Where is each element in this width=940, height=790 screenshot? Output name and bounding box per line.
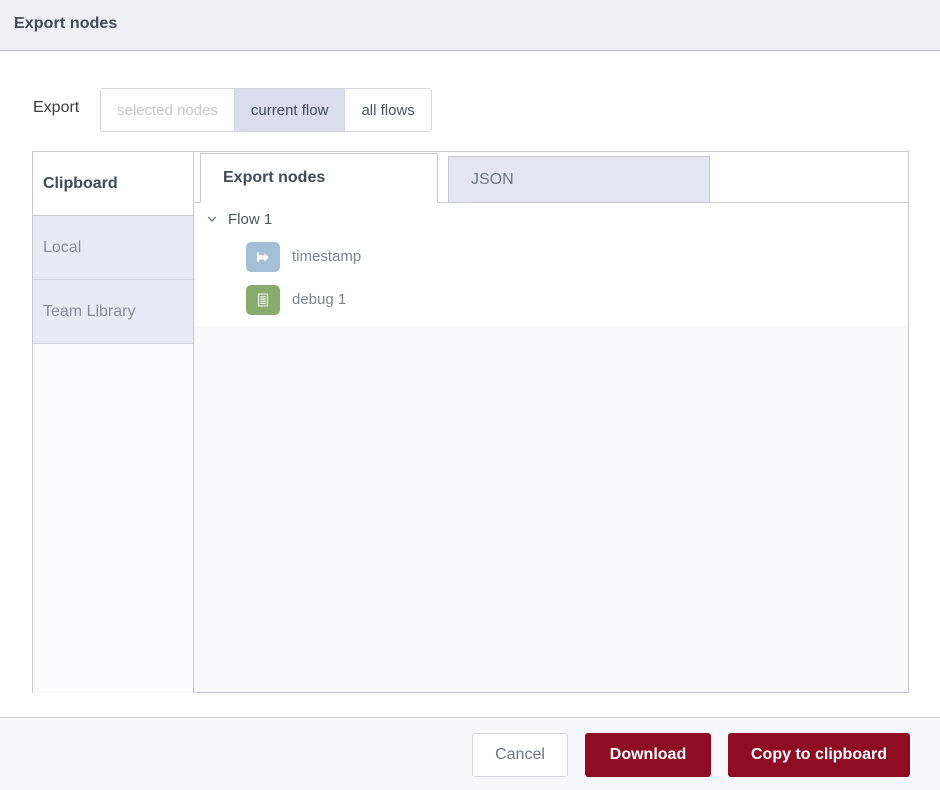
node-label: debug 1 — [292, 291, 346, 308]
export-content-area: Export nodes JSON Flow 1 — [194, 152, 908, 692]
tab-json[interactable]: JSON — [448, 156, 710, 203]
list-item[interactable]: timestamp — [194, 235, 908, 278]
source-sidebar: Clipboard Local Team Library — [33, 152, 194, 692]
node-tree: Flow 1 timestamp — [194, 203, 908, 326]
cancel-button[interactable]: Cancel — [472, 733, 568, 777]
sidebar-item-team-library[interactable]: Team Library — [33, 280, 193, 344]
chevron-down-icon[interactable] — [204, 211, 220, 227]
tab-label: JSON — [471, 171, 514, 189]
sidebar-item-label: Local — [43, 239, 81, 257]
debug-node-icon — [246, 285, 280, 315]
tree-flow-row[interactable]: Flow 1 — [194, 203, 908, 235]
tab-label: Export nodes — [223, 169, 325, 187]
list-item[interactable]: debug 1 — [194, 278, 908, 321]
sidebar-filler — [33, 344, 193, 693]
export-scope-all-flows[interactable]: all flows — [345, 89, 430, 131]
export-scope-toggle-group: selected nodes current flow all flows — [100, 88, 432, 132]
export-scope-current-flow[interactable]: current flow — [235, 89, 346, 131]
dialog-header: Export nodes — [0, 0, 940, 51]
content-tab-bar: Export nodes JSON — [194, 152, 908, 203]
dialog-footer: Cancel Download Copy to clipboard — [0, 717, 940, 790]
sidebar-item-label: Team Library — [43, 303, 135, 321]
footer-button-group: Cancel Download Copy to clipboard — [472, 733, 910, 777]
inject-node-icon — [246, 242, 280, 272]
copy-to-clipboard-button[interactable]: Copy to clipboard — [728, 733, 910, 777]
export-main-panel: Clipboard Local Team Library Export node… — [32, 151, 909, 693]
sidebar-item-label: Clipboard — [43, 175, 118, 193]
download-button[interactable]: Download — [585, 733, 711, 777]
tab-export-nodes[interactable]: Export nodes — [200, 153, 438, 203]
sidebar-item-local[interactable]: Local — [33, 216, 193, 280]
export-type-row: Export selected nodes current flow all f… — [0, 88, 940, 134]
node-label: timestamp — [292, 248, 361, 265]
export-scope-selected-nodes[interactable]: selected nodes — [101, 89, 235, 131]
page-title: Export nodes — [14, 15, 117, 33]
node-tree-empty-area — [194, 326, 908, 692]
export-label: Export — [33, 99, 79, 117]
sidebar-item-clipboard[interactable]: Clipboard — [33, 152, 193, 216]
tree-flow-label: Flow 1 — [228, 211, 272, 228]
